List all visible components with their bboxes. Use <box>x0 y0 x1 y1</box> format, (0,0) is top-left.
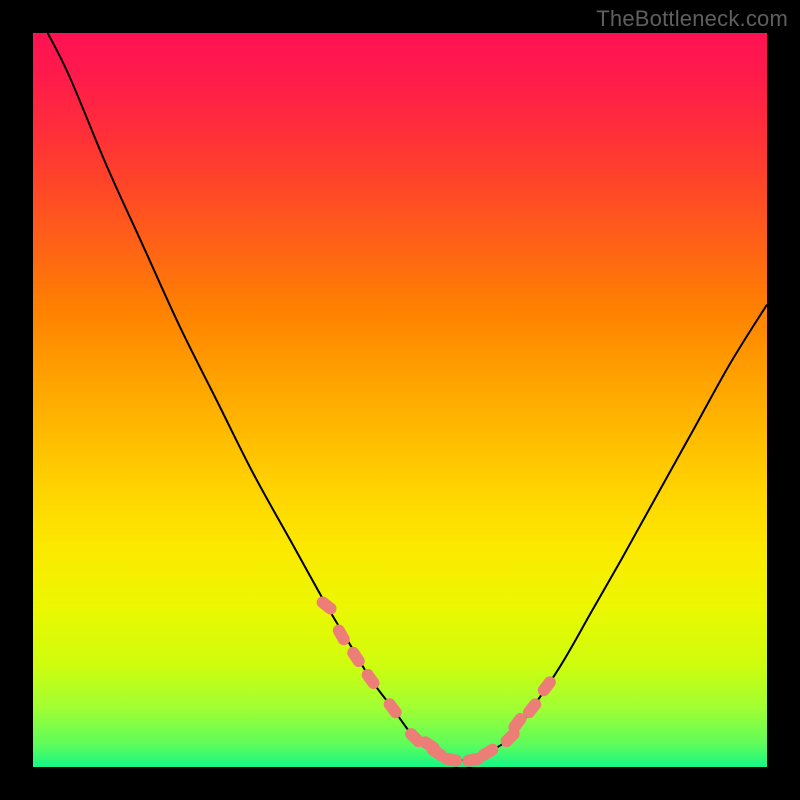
watermark-text: TheBottleneck.com <box>596 6 788 32</box>
curve-marker <box>439 752 463 768</box>
plot-area <box>33 33 767 767</box>
bottleneck-curve <box>48 33 767 761</box>
curve-marker <box>359 666 382 691</box>
curve-marker <box>314 594 339 617</box>
curve-marker <box>535 674 558 699</box>
chart-svg <box>33 33 767 767</box>
chart-frame: TheBottleneck.com <box>0 0 800 800</box>
curve-marker <box>345 644 367 669</box>
curve-markers <box>314 594 558 768</box>
